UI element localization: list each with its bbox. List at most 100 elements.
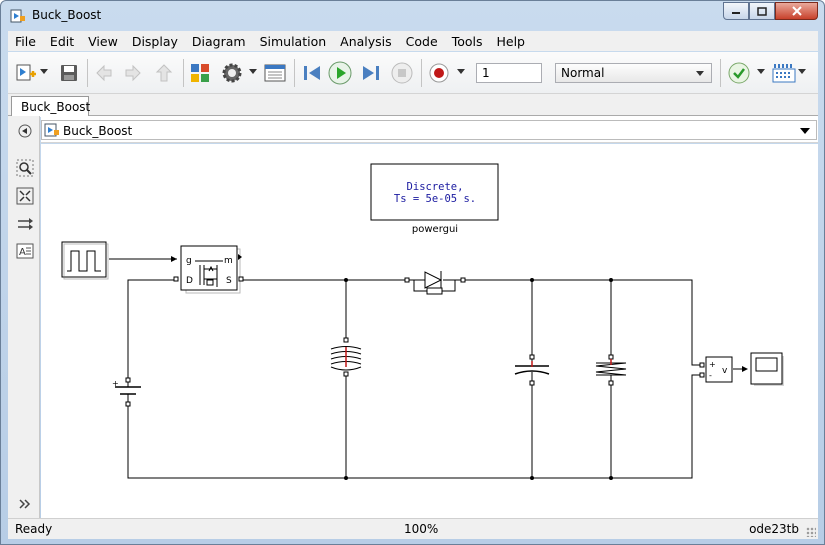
menu-diagram[interactable]: Diagram — [185, 34, 253, 49]
new-model-icon — [16, 64, 36, 81]
route-lines-button[interactable] — [16, 215, 34, 233]
zoom-icon — [16, 159, 34, 177]
resistor-block[interactable] — [595, 354, 627, 386]
model-path-field[interactable]: Buck_Boost — [41, 120, 817, 140]
diode-wire[interactable] — [464, 279, 703, 366]
close-button[interactable] — [775, 2, 818, 20]
back-arrow-icon — [96, 64, 112, 82]
mosfet-port-g: g — [186, 256, 192, 266]
build-button[interactable] — [772, 61, 796, 85]
menu-help[interactable]: Help — [489, 34, 532, 49]
diode-snubber-icon — [426, 287, 443, 295]
menu-display[interactable]: Display — [125, 34, 185, 49]
scope-screen-icon — [755, 357, 778, 372]
voltmeter-minus: - — [709, 371, 712, 380]
mosfet-block[interactable]: g m D S — [173, 245, 244, 294]
minimize-icon — [732, 12, 740, 14]
model-advisor-dropdown-icon[interactable] — [757, 69, 765, 74]
pulse-generator-block[interactable] — [61, 241, 109, 280]
block-diagram: Discrete, Ts = 5e-05 s. powergui g m D S — [61, 163, 784, 480]
drain-wire[interactable] — [127, 279, 177, 383]
up-arrow-icon — [155, 64, 173, 82]
menu-analysis[interactable]: Analysis — [333, 34, 399, 49]
build-dropdown-icon[interactable] — [798, 69, 806, 74]
maximize-button[interactable] — [749, 2, 775, 20]
resize-grip-icon[interactable] — [806, 527, 816, 537]
model-settings-button[interactable] — [220, 61, 244, 85]
diode-block[interactable] — [404, 271, 466, 295]
menu-code[interactable]: Code — [399, 34, 445, 49]
simulation-mode-select[interactable]: Normal — [555, 63, 712, 83]
chevron-down-icon — [696, 71, 704, 76]
library-browser-icon — [191, 64, 209, 82]
powergui-block[interactable]: Discrete, Ts = 5e-05 s. powergui — [370, 163, 499, 235]
build-icon — [772, 64, 796, 83]
step-back-icon — [304, 66, 320, 80]
zoom-button[interactable] — [16, 159, 34, 177]
record-button[interactable] — [427, 61, 451, 85]
powergui-label: powergui — [412, 224, 458, 235]
model-path: Buck_Boost — [63, 124, 133, 138]
mosfet-port-m: m — [224, 256, 233, 266]
voltmeter-output-label: v — [722, 366, 728, 376]
save-button[interactable] — [57, 61, 81, 85]
powergui-line2: Ts = 5e-05 s. — [394, 193, 476, 205]
voltmeter-plus: + — [709, 360, 716, 369]
save-icon — [61, 65, 77, 81]
back-button[interactable] — [92, 61, 116, 85]
gate-arrowhead — [171, 256, 177, 262]
title-bar: Buck_Boost — [1, 1, 824, 31]
address-bar: Buck_Boost — [41, 116, 818, 143]
hide-explorer-button[interactable] — [16, 122, 34, 140]
step-back-button[interactable] — [300, 61, 324, 85]
new-model-button[interactable] — [14, 61, 38, 85]
fit-view-icon — [16, 187, 34, 205]
menu-edit[interactable]: Edit — [43, 34, 81, 49]
model-advisor-button[interactable] — [727, 61, 751, 85]
model-explorer-button[interactable] — [263, 61, 287, 85]
scope-block[interactable] — [750, 352, 784, 386]
tab-buck-boost[interactable]: Buck_Boost — [11, 96, 90, 117]
up-button[interactable] — [152, 61, 176, 85]
stop-button[interactable] — [390, 61, 414, 85]
menu-file[interactable]: File — [8, 34, 43, 49]
library-browser-button[interactable] — [188, 61, 212, 85]
arrow-right-icon — [18, 218, 33, 230]
dc-voltage-source-block[interactable]: + — [112, 377, 141, 407]
fit-to-view-button[interactable] — [16, 187, 34, 205]
simulink-icon — [10, 9, 25, 23]
new-model-dropdown-icon[interactable] — [40, 69, 48, 74]
annotation-button[interactable]: A — [16, 242, 34, 260]
menu-simulation[interactable]: Simulation — [253, 34, 334, 49]
step-forward-button[interactable] — [359, 61, 383, 85]
forward-button[interactable] — [121, 61, 145, 85]
diagram-canvas[interactable]: Discrete, Ts = 5e-05 s. powergui g m D S — [41, 144, 818, 518]
solver-name[interactable]: ode23tb — [749, 522, 799, 536]
model-settings-dropdown-icon[interactable] — [249, 69, 257, 74]
menu-bar: File Edit View Display Diagram Simulatio… — [8, 31, 818, 51]
play-icon — [328, 61, 352, 85]
capacitor-block[interactable] — [514, 354, 550, 386]
model-explorer-icon — [264, 64, 286, 82]
stop-time-input[interactable]: 1 — [476, 63, 542, 83]
gear-icon — [222, 63, 242, 83]
junction-dots — [344, 278, 613, 480]
minimize-button[interactable] — [723, 2, 749, 20]
inductor-block[interactable] — [330, 337, 362, 377]
menu-view[interactable]: View — [81, 34, 125, 49]
annotation-icon: A — [16, 243, 34, 259]
toolbar: 1 Normal — [8, 52, 818, 94]
voltage-measurement-block[interactable]: + - v — [699, 356, 733, 383]
powergui-line1: Discrete, — [407, 181, 464, 193]
chevron-down-icon[interactable] — [800, 128, 810, 134]
run-button[interactable] — [328, 61, 352, 85]
expand-palette-button[interactable] — [16, 495, 34, 513]
menu-tools[interactable]: Tools — [445, 34, 490, 49]
mosfet-port-s: S — [226, 276, 232, 286]
window-title: Buck_Boost — [32, 8, 102, 22]
ground-wire[interactable] — [127, 374, 703, 479]
close-icon — [791, 6, 802, 16]
simulink-window: Buck_Boost File Edit View Display Diagra… — [0, 0, 825, 545]
svg-text:+: + — [112, 379, 119, 388]
record-dropdown-icon[interactable] — [457, 69, 465, 74]
